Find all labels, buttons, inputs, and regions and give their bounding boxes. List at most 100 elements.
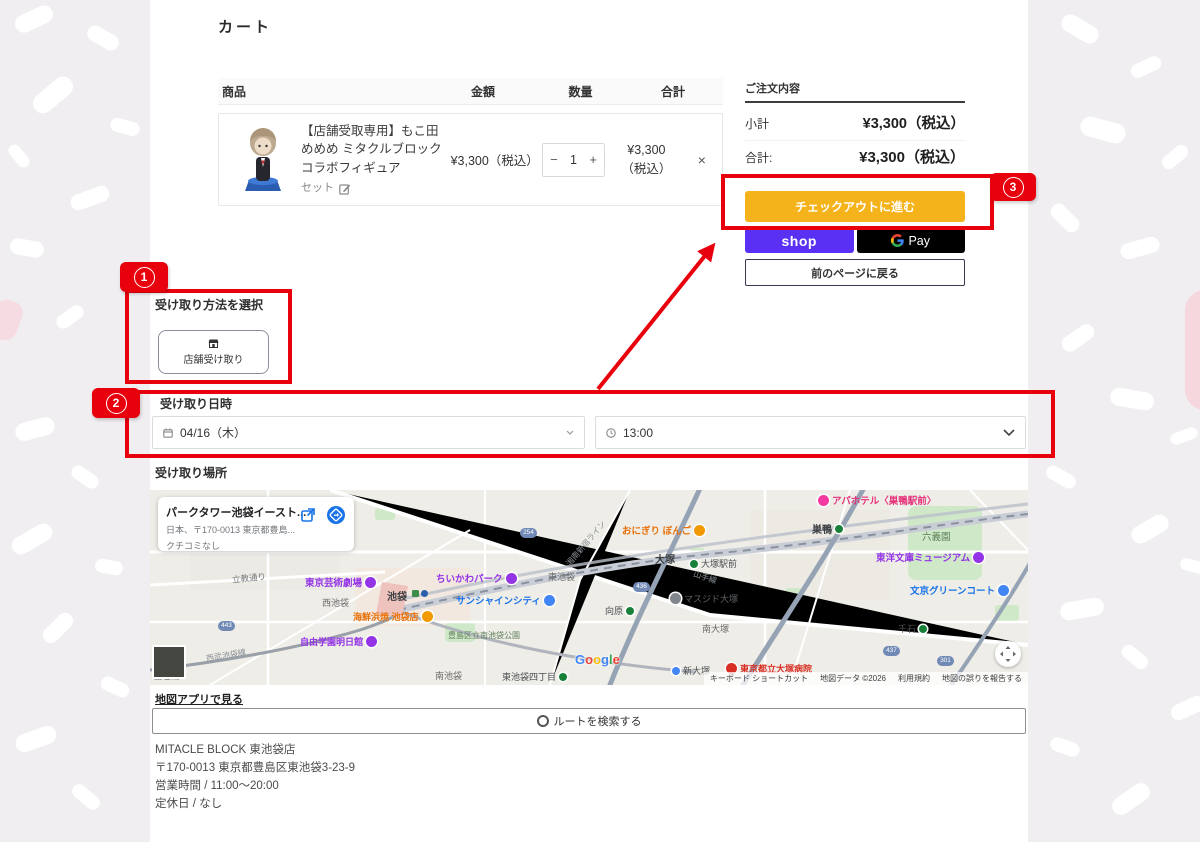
store-address: 〒170-0013 東京都豊島区東池袋3-23-9	[155, 762, 356, 774]
map-label: 東京芸術劇場	[305, 575, 377, 589]
cart-item-row: 【店舗受取専用】もこ田めめめ ミタクルブロックコラボフィギュア セット ¥3,3…	[218, 113, 723, 206]
store-icon	[208, 339, 219, 348]
cart-panel: カート 商品 金額 数量 合計 【店舗受取専用】もこ田めめめ ミタクルブロックコ…	[150, 0, 1028, 842]
gpay-label: Pay	[908, 233, 931, 248]
pickup-datetime-heading: 受け取り日時	[160, 397, 233, 411]
directions-icon[interactable]	[326, 505, 346, 525]
google-pay-button[interactable]: Pay	[856, 228, 965, 253]
clock-icon	[606, 427, 616, 438]
map-attribution: キーボード ショートカット 地図データ ©2026 利用規約 地図の誤りを報告す…	[703, 672, 1028, 685]
map-label: 東池袋四丁目	[502, 670, 568, 683]
route-badge: 437	[883, 646, 900, 656]
route-badge: 443	[218, 621, 235, 631]
route-badge: 254	[520, 528, 537, 538]
quantity-minus-button[interactable]: −	[550, 152, 558, 167]
annotation-step-3: 3	[990, 173, 1036, 201]
search-route-button[interactable]: ルートを検索する	[152, 708, 1026, 734]
summary-divider	[745, 101, 965, 103]
store-pickup-button[interactable]: 店舗受け取り	[158, 330, 269, 374]
store-pickup-label: 店舗受け取り	[183, 354, 244, 366]
pickup-date-value: 04/16（木）	[180, 426, 247, 440]
store-name: MITACLE BLOCK 東池袋店	[155, 744, 296, 756]
route-badge: 436	[633, 582, 650, 592]
street-view-thumbnail[interactable]	[152, 645, 186, 679]
summary-heading: ご注文内容	[745, 83, 800, 95]
map-label: 池袋	[387, 592, 407, 603]
map-label: 向原	[605, 604, 635, 617]
route-badge: 301	[937, 656, 954, 666]
report-error-link[interactable]: 地図の誤りを報告する	[942, 673, 1022, 684]
pickup-date-select[interactable]: 04/16（木）	[152, 416, 585, 449]
open-map-app-link[interactable]: 地図アプリで見る	[155, 691, 243, 707]
place-address: 日本、〒170-0013 東京都豊島...	[166, 525, 296, 535]
store-info: MITACLE BLOCK 東池袋店 〒170-0013 東京都豊島区東池袋3-…	[155, 741, 355, 813]
google-logo[interactable]: Google	[575, 652, 620, 667]
edit-variant-icon[interactable]	[339, 183, 351, 195]
map-label: おにぎり ぼんご	[622, 523, 706, 537]
remove-item-button[interactable]: ×	[692, 151, 712, 169]
total-value: ¥3,300（税込）	[859, 149, 965, 166]
pickup-method-heading: 受け取り方法を選択	[155, 298, 264, 312]
time-chevron-down-icon	[1003, 429, 1015, 436]
store-hours: 営業時間 / 11:00〜20:00	[155, 780, 279, 792]
pickup-method-section: 受け取り方法を選択 店舗受け取り	[155, 296, 355, 386]
product-variant: セット	[301, 181, 334, 194]
map-label: 南池袋	[435, 671, 463, 681]
product-thumbnail	[245, 127, 281, 191]
map-label: サンシャインシティ	[456, 593, 555, 607]
calendar-icon	[163, 428, 173, 438]
col-price: 金額	[470, 84, 495, 99]
quantity-input[interactable]	[561, 151, 586, 168]
place-title[interactable]: パークタワー池袋イースト...	[166, 504, 346, 520]
page-title: カート	[218, 19, 273, 36]
subtotal-value: ¥3,300（税込）	[862, 116, 965, 132]
map-label: 東洋文庫ミュージアム	[876, 550, 985, 564]
product-name-block: 【店舗受取専用】もこ田めめめ ミタクルブロックコラボフィギュア セット	[301, 122, 451, 196]
quantity-stepper: − +	[542, 142, 606, 177]
keyboard-shortcuts-link[interactable]: キーボード ショートカット	[710, 673, 808, 684]
map-label: 豊島区立南池袋公園	[448, 631, 520, 640]
total-label: 合計:	[745, 151, 773, 165]
pan-arrows-icon	[1000, 646, 1016, 662]
pickup-time-select[interactable]: 13:00	[595, 416, 1026, 449]
pickup-time-value: 13:00	[623, 425, 654, 440]
open-in-new-icon[interactable]	[300, 507, 316, 523]
map-label: アパホテル〈巣鴨駅前〉	[818, 493, 936, 507]
google-g-icon	[891, 234, 905, 247]
map-pan-control[interactable]	[995, 641, 1021, 667]
checkout-button[interactable]: チェックアウトに進む	[745, 191, 965, 222]
subtotal-label: 小計	[745, 117, 770, 131]
map-label: 西池袋	[322, 598, 350, 608]
map[interactable]: 池袋 西池袋 東池袋 南池袋 東池袋四丁目 大塚 大塚駅前 新大塚 南大塚 向原…	[150, 490, 1028, 685]
item-price: ¥3,300（税込）	[450, 154, 539, 168]
product-name: 【店舗受取専用】もこ田めめめ ミタクルブロックコラボフィギュア	[301, 124, 442, 175]
quantity-plus-button[interactable]: +	[589, 152, 597, 167]
col-quantity: 数量	[568, 84, 593, 99]
item-total: ¥3,300 （税込）	[621, 142, 672, 176]
place-reviews: クチコミなし	[166, 541, 221, 551]
map-label: マスジド大塚	[670, 592, 738, 605]
shop-pay-button[interactable]: shop	[745, 228, 854, 253]
map-label: 文京グリーンコート	[910, 583, 1010, 597]
page: カート 商品 金額 数量 合計 【店舗受取専用】もこ田めめめ ミタクルブロックコ…	[0, 0, 1200, 842]
map-label: ちいかわパーク	[436, 571, 517, 585]
map-label: 巣鴨	[812, 521, 843, 536]
map-data-label: 地図データ ©2026	[820, 674, 886, 683]
cart-table-header: 商品 金額 数量 合計	[218, 78, 723, 105]
annotation-step-1: 1	[120, 262, 168, 292]
express-pay-row: shop Pay	[745, 228, 965, 253]
map-label: 大塚駅前	[690, 557, 737, 570]
annotation-step-2: 2	[92, 388, 140, 418]
col-product: 商品	[222, 84, 247, 99]
map-label: 大塚	[655, 555, 675, 566]
total-row: 合計: ¥3,300（税込）	[745, 146, 965, 174]
map-label: 千石	[898, 622, 928, 635]
date-chevron-down-icon	[566, 430, 574, 435]
terms-link[interactable]: 利用規約	[898, 673, 930, 684]
map-label: 東池袋	[548, 572, 576, 582]
route-icon	[536, 715, 549, 727]
map-label: 六義園	[922, 532, 951, 543]
map-label: 南大塚	[702, 624, 730, 634]
map-label: 海鮮浜焼 池袋店	[353, 610, 433, 623]
back-button[interactable]: 前のページに戻る	[745, 259, 965, 286]
